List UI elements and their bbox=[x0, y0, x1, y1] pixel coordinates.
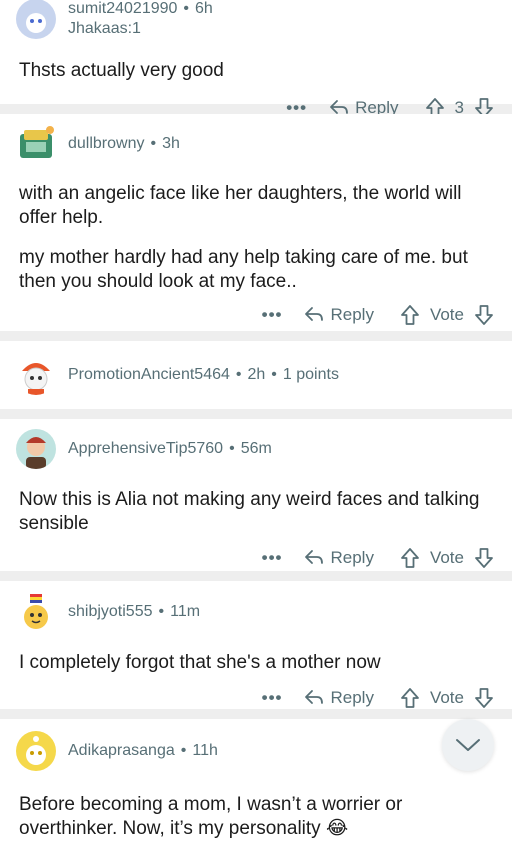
meta-dot: • bbox=[235, 366, 242, 383]
username[interactable]: shibjyoti555 bbox=[68, 603, 153, 621]
meta-dot: • bbox=[271, 366, 277, 383]
reply-button[interactable]: Reply bbox=[304, 688, 374, 708]
more-options-button[interactable]: ••• bbox=[262, 688, 283, 708]
comment-age: 2h bbox=[247, 366, 266, 383]
meta-dot: • bbox=[158, 603, 165, 620]
chevron-down-icon bbox=[456, 739, 480, 751]
username[interactable]: ApprehensiveTip5760 bbox=[68, 440, 223, 458]
reply-label: Reply bbox=[330, 548, 374, 567]
username[interactable]: PromotionAncient5464 bbox=[68, 366, 230, 384]
upvote-arrow-icon[interactable] bbox=[400, 547, 420, 569]
user-flair: Jhakaas:1 bbox=[68, 20, 141, 37]
vote-control: Vote bbox=[400, 687, 494, 709]
username[interactable]: sumit24021990 bbox=[68, 0, 177, 18]
comment-points: 1 points bbox=[282, 366, 339, 383]
comment-age: 11h bbox=[192, 742, 218, 759]
reply-arrow-icon bbox=[305, 690, 324, 704]
avatar[interactable] bbox=[16, 429, 56, 469]
username[interactable]: Adikaprasanga bbox=[68, 742, 175, 760]
more-options-button[interactable]: ••• bbox=[262, 548, 283, 568]
comment-text: I completely forgot that she's a mother … bbox=[19, 652, 381, 673]
comment-dullbrowny: dullbrowny • 3h with an angelic face lik… bbox=[0, 114, 512, 331]
vote-score: Vote bbox=[429, 688, 464, 707]
downvote-arrow-icon[interactable] bbox=[474, 687, 494, 709]
avatar[interactable] bbox=[16, 731, 56, 771]
reply-arrow-icon bbox=[305, 550, 324, 564]
upvote-arrow-icon[interactable] bbox=[400, 687, 420, 709]
meta-dot: • bbox=[180, 742, 187, 759]
scroll-down-button[interactable] bbox=[442, 719, 494, 771]
reply-arrow-icon bbox=[305, 307, 324, 321]
comment-age: 56m bbox=[240, 440, 272, 457]
comment-age: 3h bbox=[162, 135, 180, 152]
more-options-button[interactable]: ••• bbox=[262, 305, 283, 325]
comment-adikaprasanga: Adikaprasanga • 11h Before becoming a mo… bbox=[0, 719, 512, 859]
comment-shibjyoti: shibjyoti555 • 11m I completely forgot t… bbox=[0, 581, 512, 709]
comment-separator bbox=[0, 409, 512, 419]
reply-button[interactable]: Reply bbox=[304, 548, 374, 568]
comment-text: Thsts actually very good bbox=[19, 60, 224, 81]
comment-age: 11m bbox=[170, 603, 201, 620]
reply-button[interactable]: Reply bbox=[304, 305, 374, 325]
reply-label: Reply bbox=[330, 305, 374, 324]
avatar[interactable] bbox=[16, 124, 56, 164]
vote-score: Vote bbox=[429, 548, 464, 567]
avatar[interactable] bbox=[16, 355, 56, 395]
comment-sumit: sumit24021990 • 6h Jhakaas:1 Thsts actua… bbox=[0, 0, 512, 118]
avatar[interactable] bbox=[16, 0, 56, 39]
comment-promotionancient[interactable]: PromotionAncient5464 • 2h • 1 points bbox=[0, 341, 512, 409]
downvote-arrow-icon[interactable] bbox=[474, 547, 494, 569]
comment-age: 6h bbox=[195, 0, 213, 17]
vote-control: Vote bbox=[400, 547, 494, 569]
downvote-arrow-icon[interactable] bbox=[474, 304, 494, 326]
meta-dot: • bbox=[150, 135, 157, 152]
comment-text: my mother hardly had any help taking car… bbox=[19, 247, 468, 292]
comment-apprehensivetip: ApprehensiveTip5760 • 56m Now this is Al… bbox=[0, 419, 512, 571]
upvote-arrow-icon[interactable] bbox=[400, 304, 420, 326]
meta-dot: • bbox=[229, 440, 235, 457]
comment-text: Before becoming a mom, I wasn’t a worrie… bbox=[19, 794, 403, 839]
vote-score: Vote bbox=[429, 305, 464, 324]
comment-text: Now this is Alia not making any weird fa… bbox=[19, 489, 480, 534]
vote-control: Vote bbox=[400, 304, 494, 326]
meta-dot: • bbox=[183, 0, 190, 17]
comment-separator bbox=[0, 331, 512, 341]
username[interactable]: dullbrowny bbox=[68, 135, 144, 153]
avatar[interactable] bbox=[16, 592, 56, 632]
reply-label: Reply bbox=[330, 688, 374, 707]
comment-text: with an angelic face like her daughters,… bbox=[19, 183, 462, 228]
